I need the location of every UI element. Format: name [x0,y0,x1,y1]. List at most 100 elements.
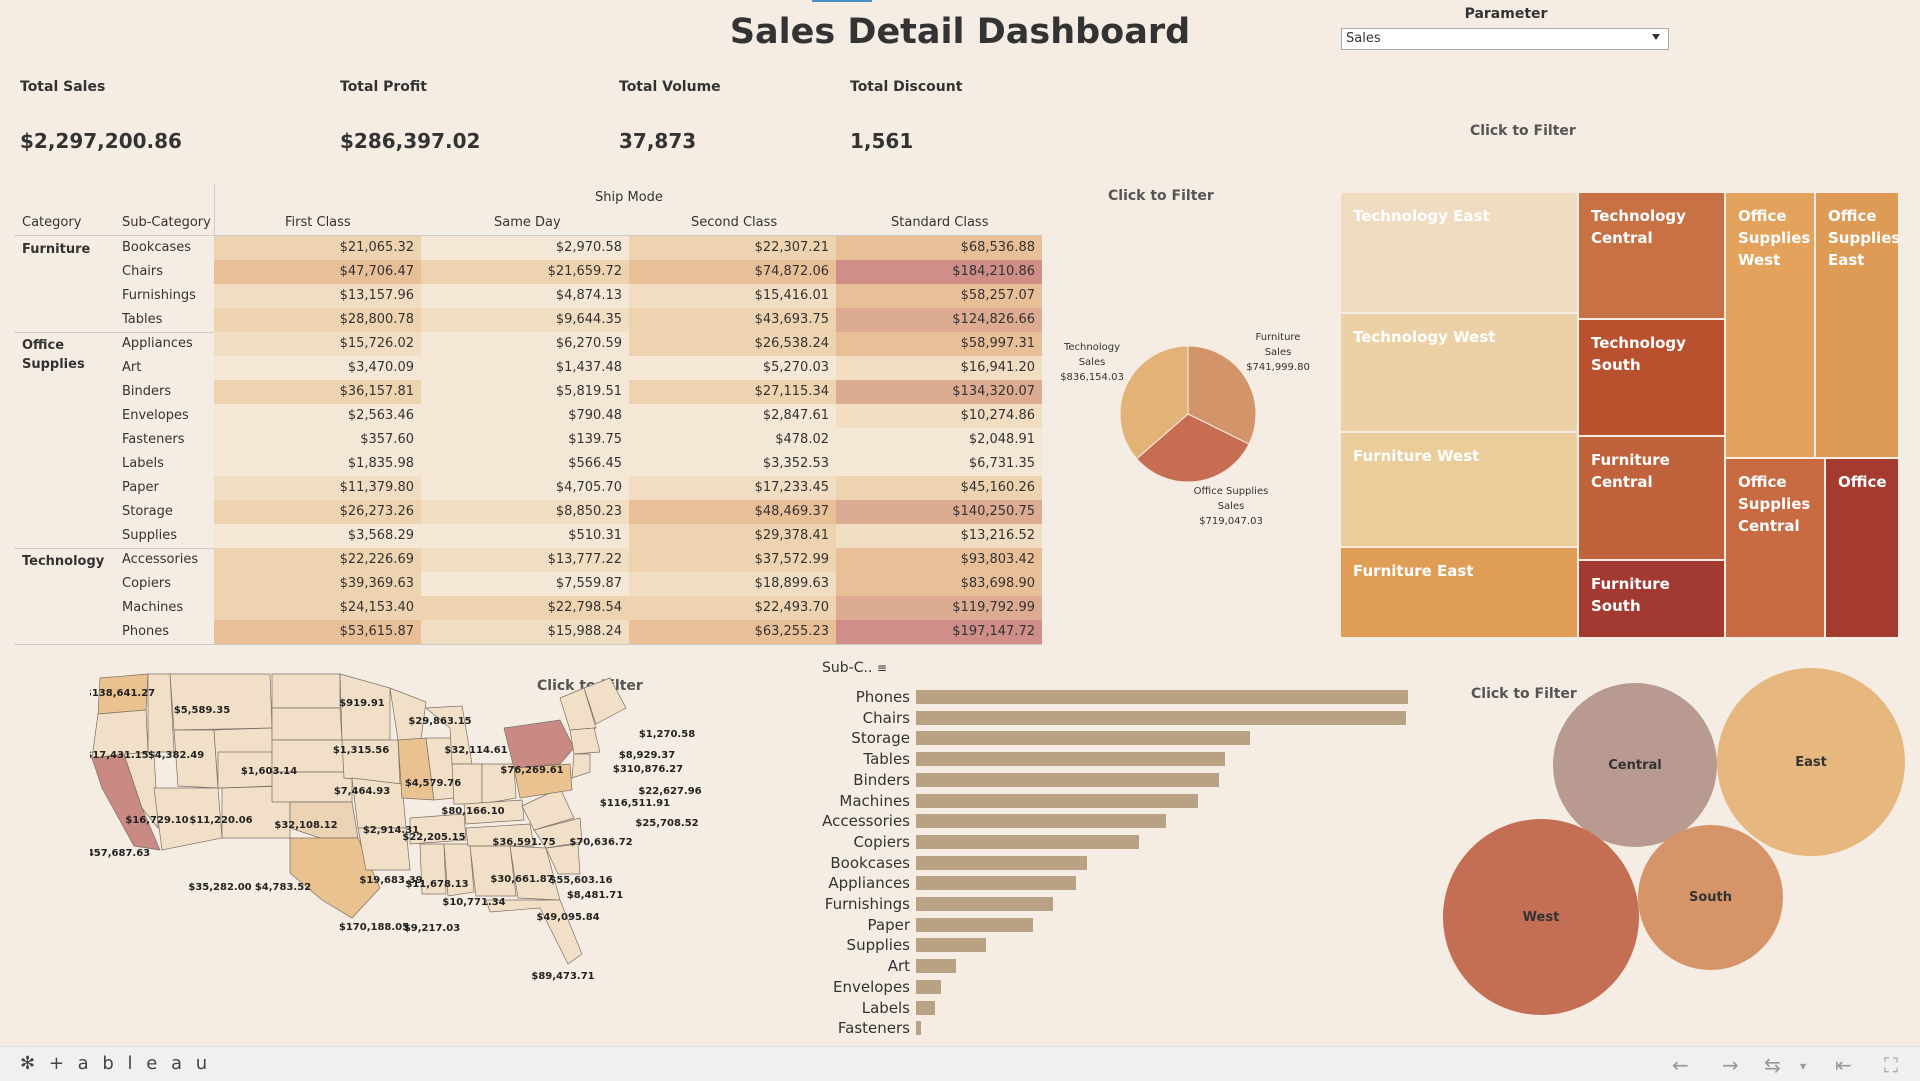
state-shape[interactable] [503,719,575,769]
value-cell[interactable]: $63,255.23 [629,620,836,644]
treemap-tile[interactable]: Office Supplies West [1725,192,1815,458]
value-cell[interactable]: $74,872.06 [629,260,836,284]
value-cell[interactable]: $15,988.24 [421,620,629,644]
state-shape[interactable] [147,673,175,753]
revert-dropdown-icon[interactable]: ▾ [1800,1059,1806,1073]
treemap-tile[interactable]: Technology West [1340,313,1578,432]
region-category-treemap[interactable]: Technology East Technology Central Office … [1340,192,1900,638]
redo-icon[interactable]: → [1722,1053,1739,1077]
value-cell[interactable]: $13,777.22 [421,548,629,572]
bar[interactable] [916,814,1166,829]
value-cell[interactable]: $357.60 [214,428,421,452]
table-row[interactable]: Phones $53,615.87 $15,988.24 $63,255.23 $197… [14,620,1042,644]
value-cell[interactable]: $13,157.96 [214,284,421,308]
value-cell[interactable]: $478.02 [629,428,836,452]
value-cell[interactable]: $58,257.07 [836,284,1042,308]
region-bubble-chart[interactable]: Central East West South [1440,660,1910,1040]
value-cell[interactable]: $5,270.03 [629,356,836,380]
subcategory-bar-chart[interactable]: Phones Chairs Storage Tables Binders Machines… [820,660,1420,1037]
value-cell[interactable]: $29,378.41 [629,524,836,548]
value-cell[interactable]: $184,210.86 [836,260,1042,284]
value-cell[interactable]: $119,792.99 [836,596,1042,620]
value-cell[interactable]: $93,803.42 [836,548,1042,572]
treemap-tile[interactable]: Technology East [1340,192,1578,313]
treemap-tile[interactable]: Furniture Central [1578,436,1725,560]
table-row[interactable]: Fasteners $357.60 $139.75 $478.02 $2,048.91 [14,428,1042,452]
bar[interactable] [916,834,1139,849]
value-cell[interactable]: $11,379.80 [214,476,421,500]
value-cell[interactable]: $18,899.63 [629,572,836,596]
value-cell[interactable]: $36,157.81 [214,380,421,404]
value-cell[interactable]: $510.31 [421,524,629,548]
value-cell[interactable]: $26,273.26 [214,500,421,524]
value-cell[interactable]: $17,233.45 [629,476,836,500]
bar[interactable] [916,731,1250,746]
treemap-tile[interactable]: Technology South [1578,319,1725,436]
tableau-logo[interactable]: ✻ + a b l e a u [20,1053,211,1074]
value-cell[interactable]: $48,469.37 [629,500,836,524]
value-cell[interactable]: $139.75 [421,428,629,452]
value-cell[interactable]: $3,568.29 [214,524,421,548]
bar[interactable] [916,979,941,994]
treemap-tile[interactable]: Furniture South [1578,560,1725,638]
value-cell[interactable]: $2,847.61 [629,404,836,428]
table-row[interactable]: Machines $24,153.40 $22,798.54 $22,493.70 $1… [14,596,1042,620]
value-cell[interactable]: $37,572.99 [629,548,836,572]
table-row[interactable]: Tables $28,800.78 $9,644.35 $43,693.75 $124,… [14,308,1042,332]
value-cell[interactable]: $9,644.35 [421,308,629,332]
bar[interactable] [916,1000,935,1015]
bar[interactable] [916,917,1033,932]
value-cell[interactable]: $27,115.34 [629,380,836,404]
value-cell[interactable]: $21,065.32 [214,236,421,260]
value-cell[interactable]: $2,563.46 [214,404,421,428]
state-shape[interactable] [271,707,343,741]
value-cell[interactable]: $22,226.69 [214,548,421,572]
value-cell[interactable]: $4,874.13 [421,284,629,308]
state-shape[interactable] [571,753,591,779]
value-cell[interactable]: $43,693.75 [629,308,836,332]
table-row[interactable]: Chairs $47,706.47 $21,659.72 $74,872.06 $184… [14,260,1042,284]
value-cell[interactable]: $6,731.35 [836,452,1042,476]
treemap-tile[interactable]: Furniture East [1340,547,1578,638]
bar[interactable] [916,690,1408,704]
value-cell[interactable]: $3,470.09 [214,356,421,380]
value-cell[interactable]: $83,698.90 [836,572,1042,596]
value-cell[interactable]: $22,493.70 [629,596,836,620]
treemap-tile[interactable]: Office Supplies East [1815,192,1900,458]
value-cell[interactable]: $68,536.88 [836,236,1042,260]
table-row[interactable]: Office Supplies Appliances $15,726.02 $6,27… [14,332,1042,372]
value-cell[interactable]: $45,160.26 [836,476,1042,500]
region-bubble[interactable]: East [1717,668,1905,856]
value-cell[interactable]: $4,705.70 [421,476,629,500]
value-cell[interactable]: $28,800.78 [214,308,421,332]
bar[interactable] [916,793,1199,808]
state-shape[interactable] [569,727,601,755]
value-cell[interactable]: $24,153.40 [214,596,421,620]
bar[interactable] [916,876,1077,891]
state-shape[interactable] [485,899,583,965]
value-cell[interactable]: $7,559.87 [421,572,629,596]
value-cell[interactable]: $15,726.02 [214,332,421,356]
state-shape[interactable] [169,673,273,731]
value-cell[interactable]: $39,369.63 [214,572,421,596]
table-row[interactable]: Labels $1,835.98 $566.45 $3,352.53 $6,731.35 [14,452,1042,476]
table-row[interactable]: Furniture Bookcases $21,065.32 $2,970.58 $22… [14,236,1042,260]
bar[interactable] [916,1021,921,1036]
value-cell[interactable]: $6,270.59 [421,332,629,356]
bar[interactable] [916,710,1406,725]
category-pie-chart[interactable]: Furniture Sales $741,999.80 Office Supplies… [1060,320,1340,540]
value-cell[interactable]: $2,048.91 [836,428,1042,452]
bar[interactable] [916,938,986,953]
region-bubble[interactable]: Central [1553,683,1717,847]
value-cell[interactable]: $124,826.66 [836,308,1042,332]
table-row[interactable]: Art $3,470.09 $1,437.48 $5,270.03 $16,941.20 [14,356,1042,380]
value-cell[interactable]: $53,615.87 [214,620,421,644]
treemap-tile[interactable]: Technology Central [1578,192,1725,319]
value-cell[interactable]: $10,274.86 [836,404,1042,428]
value-cell[interactable]: $2,970.58 [421,236,629,260]
value-cell[interactable]: $5,819.51 [421,380,629,404]
table-row[interactable]: Storage $26,273.26 $8,850.23 $48,469.37 $140… [14,500,1042,524]
region-bubble[interactable]: South [1638,825,1783,970]
us-state-map[interactable]: $138,641.27 $5,589.35 $919.91 $29,863.15 $1,… [90,668,730,1018]
treemap-tile[interactable]: Office Supplies Central [1725,458,1825,638]
